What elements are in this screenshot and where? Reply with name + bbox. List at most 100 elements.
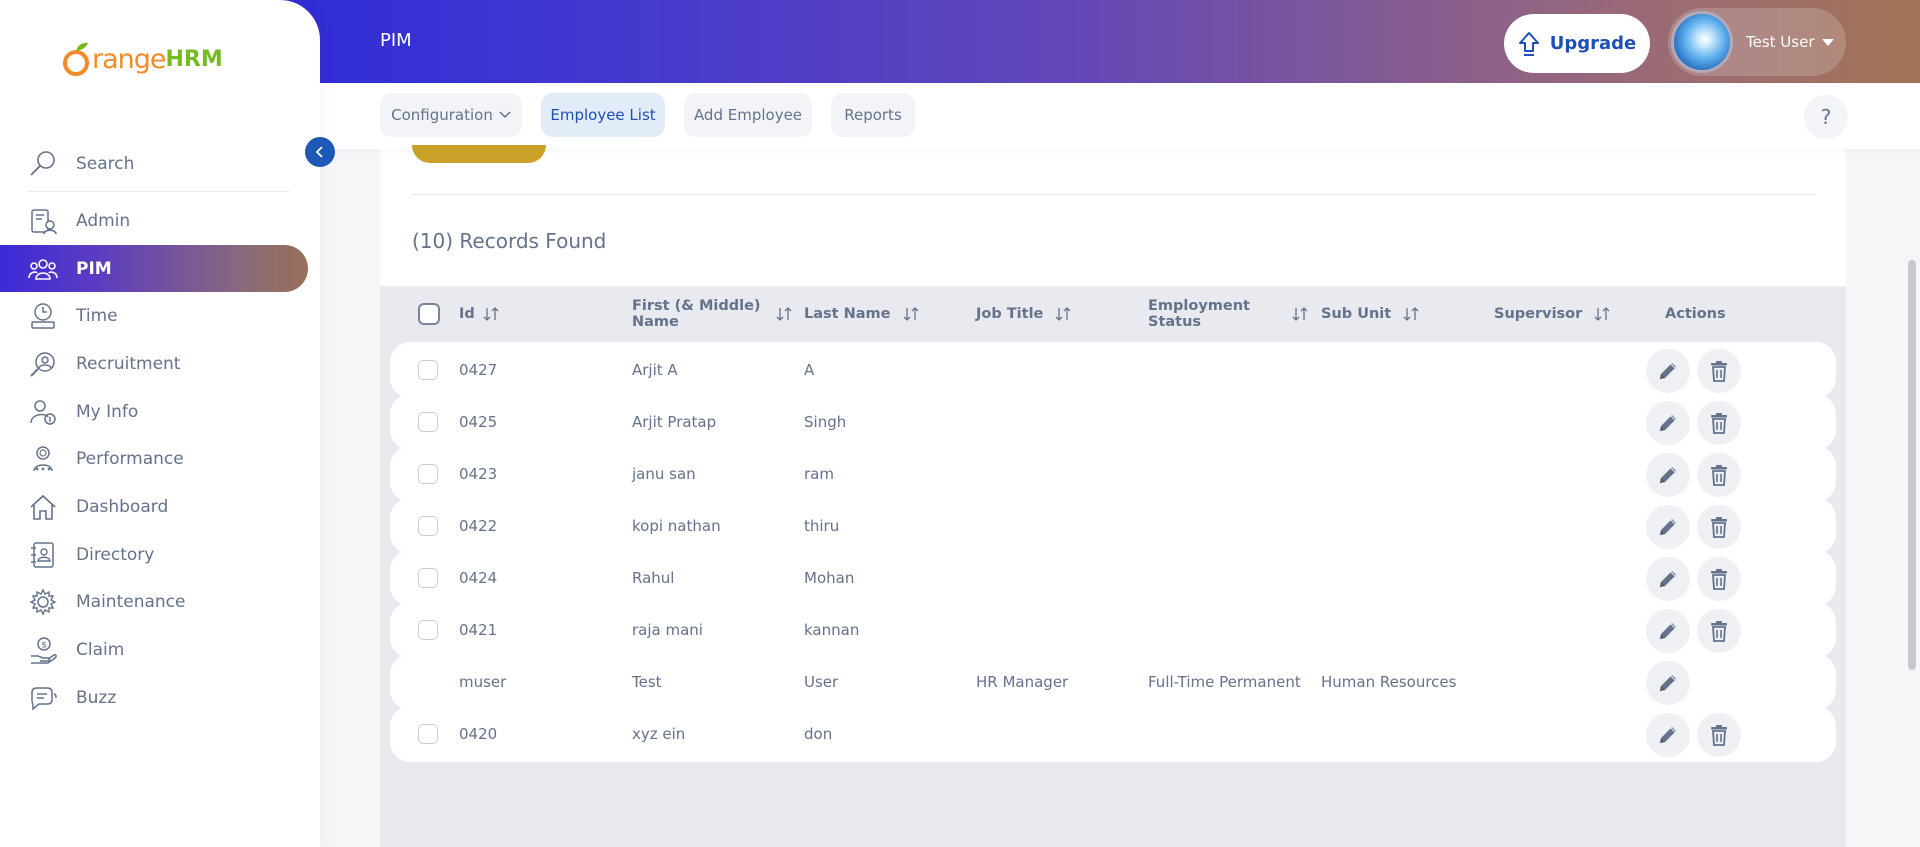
sidebar-item-time[interactable]: Time [0, 292, 320, 340]
row-checkbox-cell[interactable] [418, 602, 438, 658]
row-checkbox[interactable] [418, 724, 438, 744]
tab-label: Employee List [550, 106, 656, 124]
tab-employee-list[interactable]: Employee List [541, 93, 665, 137]
delete-button[interactable] [1697, 349, 1741, 393]
table-row[interactable]: 0424 Rahul Mohan [390, 550, 1836, 606]
caret-down-icon [1821, 38, 1834, 46]
sidebar-item-label: Time [76, 306, 118, 327]
delete-button[interactable] [1697, 557, 1741, 601]
cell-first: Arjit A [632, 361, 678, 379]
sort-icon[interactable] [776, 306, 792, 322]
edit-button[interactable] [1646, 713, 1690, 757]
sort-icon[interactable] [483, 306, 499, 322]
column-header-supervisor[interactable]: Supervisor [1494, 286, 1610, 342]
row-checkbox[interactable] [418, 620, 438, 640]
edit-button[interactable] [1646, 401, 1690, 445]
sidebar-item-claim[interactable]: $ Claim [0, 626, 320, 674]
sidebar-item-label: Dashboard [76, 496, 169, 517]
column-header-sub-unit[interactable]: Sub Unit [1321, 286, 1419, 342]
table-row[interactable]: 0422 kopi nathan thiru [390, 498, 1836, 554]
delete-button[interactable] [1697, 609, 1741, 653]
time-icon [28, 301, 58, 331]
sidebar-item-pim[interactable]: PIM [0, 244, 308, 293]
sort-icon[interactable] [1292, 306, 1308, 322]
row-checkbox[interactable] [418, 464, 438, 484]
trash-icon [1709, 724, 1729, 746]
table-row[interactable]: 0425 Arjit Pratap Singh [390, 394, 1836, 450]
sidebar-item-dashboard[interactable]: Dashboard [0, 483, 320, 531]
edit-button[interactable] [1646, 661, 1690, 705]
table-row[interactable]: 0423 janu san ram [390, 446, 1836, 502]
row-checkbox[interactable] [418, 516, 438, 536]
column-header-id[interactable]: Id [459, 286, 499, 342]
add-button[interactable] [412, 145, 546, 163]
edit-button[interactable] [1646, 453, 1690, 497]
sidebar-item-recruitment[interactable]: Recruitment [0, 340, 320, 388]
cell-first: raja mani [632, 621, 703, 639]
logo-text: range [92, 43, 167, 75]
table-row[interactable]: 0427 Arjit A A [390, 342, 1836, 398]
tab-configuration[interactable]: Configuration [380, 93, 522, 137]
row-checkbox-cell[interactable] [418, 394, 438, 450]
cell-job: HR Manager [976, 673, 1069, 691]
row-checkbox-cell[interactable] [418, 706, 438, 762]
sidebar-item-maintenance[interactable]: Maintenance [0, 579, 320, 627]
delete-button[interactable] [1697, 713, 1741, 757]
sort-icon[interactable] [1055, 306, 1071, 322]
upgrade-button[interactable]: Upgrade [1504, 14, 1650, 73]
logo[interactable]: range HRM [62, 40, 223, 78]
delete-button[interactable] [1697, 401, 1741, 445]
sidebar-item-my-info[interactable]: My Info [0, 388, 320, 436]
row-checkbox[interactable] [418, 412, 438, 432]
sort-icon[interactable] [1594, 306, 1610, 322]
sidebar-item-buzz[interactable]: Buzz [0, 674, 320, 722]
row-checkbox-cell[interactable] [418, 342, 438, 398]
column-header-job-title[interactable]: Job Title [976, 286, 1071, 342]
sidebar-search[interactable]: Search [28, 136, 290, 192]
cell-first: kopi nathan [632, 517, 721, 535]
table-row[interactable]: muser Test User HR Manager Full-Time Permane… [390, 654, 1836, 710]
scrollbar[interactable] [1908, 260, 1916, 670]
help-button[interactable]: ? [1804, 95, 1848, 139]
row-checkbox-cell[interactable] [418, 498, 438, 554]
cell-last: kannan [804, 621, 860, 639]
upgrade-label: Upgrade [1549, 33, 1637, 54]
edit-button[interactable] [1646, 505, 1690, 549]
sidebar-collapse-button[interactable] [305, 137, 335, 167]
cell-id: 0427 [459, 361, 498, 379]
sort-icon[interactable] [1403, 306, 1419, 322]
select-all-checkbox-cell[interactable] [418, 286, 440, 342]
column-header-last-name[interactable]: Last Name [804, 286, 919, 342]
table-row[interactable]: 0420 xyz ein don [390, 706, 1836, 762]
row-checkbox[interactable] [418, 360, 438, 380]
table-row[interactable]: 0421 raja mani kannan [390, 602, 1836, 658]
employee-table: Id First (& Middle) Name Last Name Job T… [380, 286, 1846, 847]
column-header-employment-status[interactable]: Employment Status [1148, 286, 1308, 342]
tab-add-employee[interactable]: Add Employee [684, 93, 812, 137]
sort-icon[interactable] [903, 306, 919, 322]
edit-button[interactable] [1646, 557, 1690, 601]
edit-button[interactable] [1646, 609, 1690, 653]
sidebar-item-label: My Info [76, 401, 139, 422]
sidebar-item-admin[interactable]: Admin [0, 197, 320, 245]
sidebar-item-directory[interactable]: Directory [0, 531, 320, 579]
edit-button[interactable] [1646, 349, 1690, 393]
select-all-checkbox[interactable] [418, 303, 440, 325]
tab-reports[interactable]: Reports [831, 93, 915, 137]
logo-hrm-text: HRM [165, 46, 223, 72]
column-header-actions: Actions [1665, 286, 1726, 342]
performance-icon [28, 444, 58, 474]
row-checkbox-cell[interactable] [418, 550, 438, 606]
column-header-first-name[interactable]: First (& Middle) Name [632, 286, 792, 342]
row-checkbox[interactable] [418, 568, 438, 588]
delete-button[interactable] [1697, 453, 1741, 497]
user-dropdown[interactable]: Test User [1668, 8, 1846, 76]
chevron-left-icon [315, 146, 323, 158]
orange-logo-icon [63, 42, 89, 76]
delete-button[interactable] [1697, 505, 1741, 549]
sidebar-item-label: Admin [76, 210, 131, 231]
maintenance-icon [28, 587, 58, 617]
row-checkbox-cell[interactable] [418, 446, 438, 502]
sidebar-item-performance[interactable]: Performance [0, 435, 320, 483]
sidebar-item-label: PIM [76, 258, 112, 279]
